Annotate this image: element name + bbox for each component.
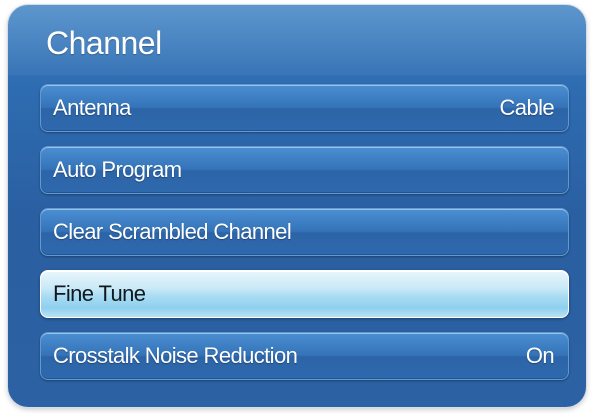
menu-item-crosstalk-noise-reduction[interactable]: Crosstalk Noise Reduction On bbox=[40, 332, 569, 380]
menu-item-value: Cable bbox=[499, 95, 555, 120]
menu-item-label: Fine Tune bbox=[53, 281, 146, 306]
menu-item-label: Antenna bbox=[53, 95, 131, 120]
menu-item-fine-tune[interactable]: Fine Tune bbox=[40, 270, 569, 318]
menu-item-list: Antenna Cable Auto Program Clear Scrambl… bbox=[40, 84, 569, 394]
menu-item-auto-program[interactable]: Auto Program bbox=[40, 146, 569, 194]
menu-title: Channel bbox=[46, 25, 162, 61]
menu-item-label: Crosstalk Noise Reduction bbox=[53, 343, 298, 368]
menu-item-antenna[interactable]: Antenna Cable bbox=[40, 84, 569, 132]
menu-item-clear-scrambled-channel[interactable]: Clear Scrambled Channel bbox=[40, 208, 569, 256]
menu-item-label: Clear Scrambled Channel bbox=[53, 219, 292, 244]
menu-item-value: On bbox=[525, 343, 555, 368]
channel-menu-panel: Channel Antenna Cable Auto Program Clear… bbox=[8, 5, 586, 407]
menu-item-label: Auto Program bbox=[53, 157, 182, 182]
